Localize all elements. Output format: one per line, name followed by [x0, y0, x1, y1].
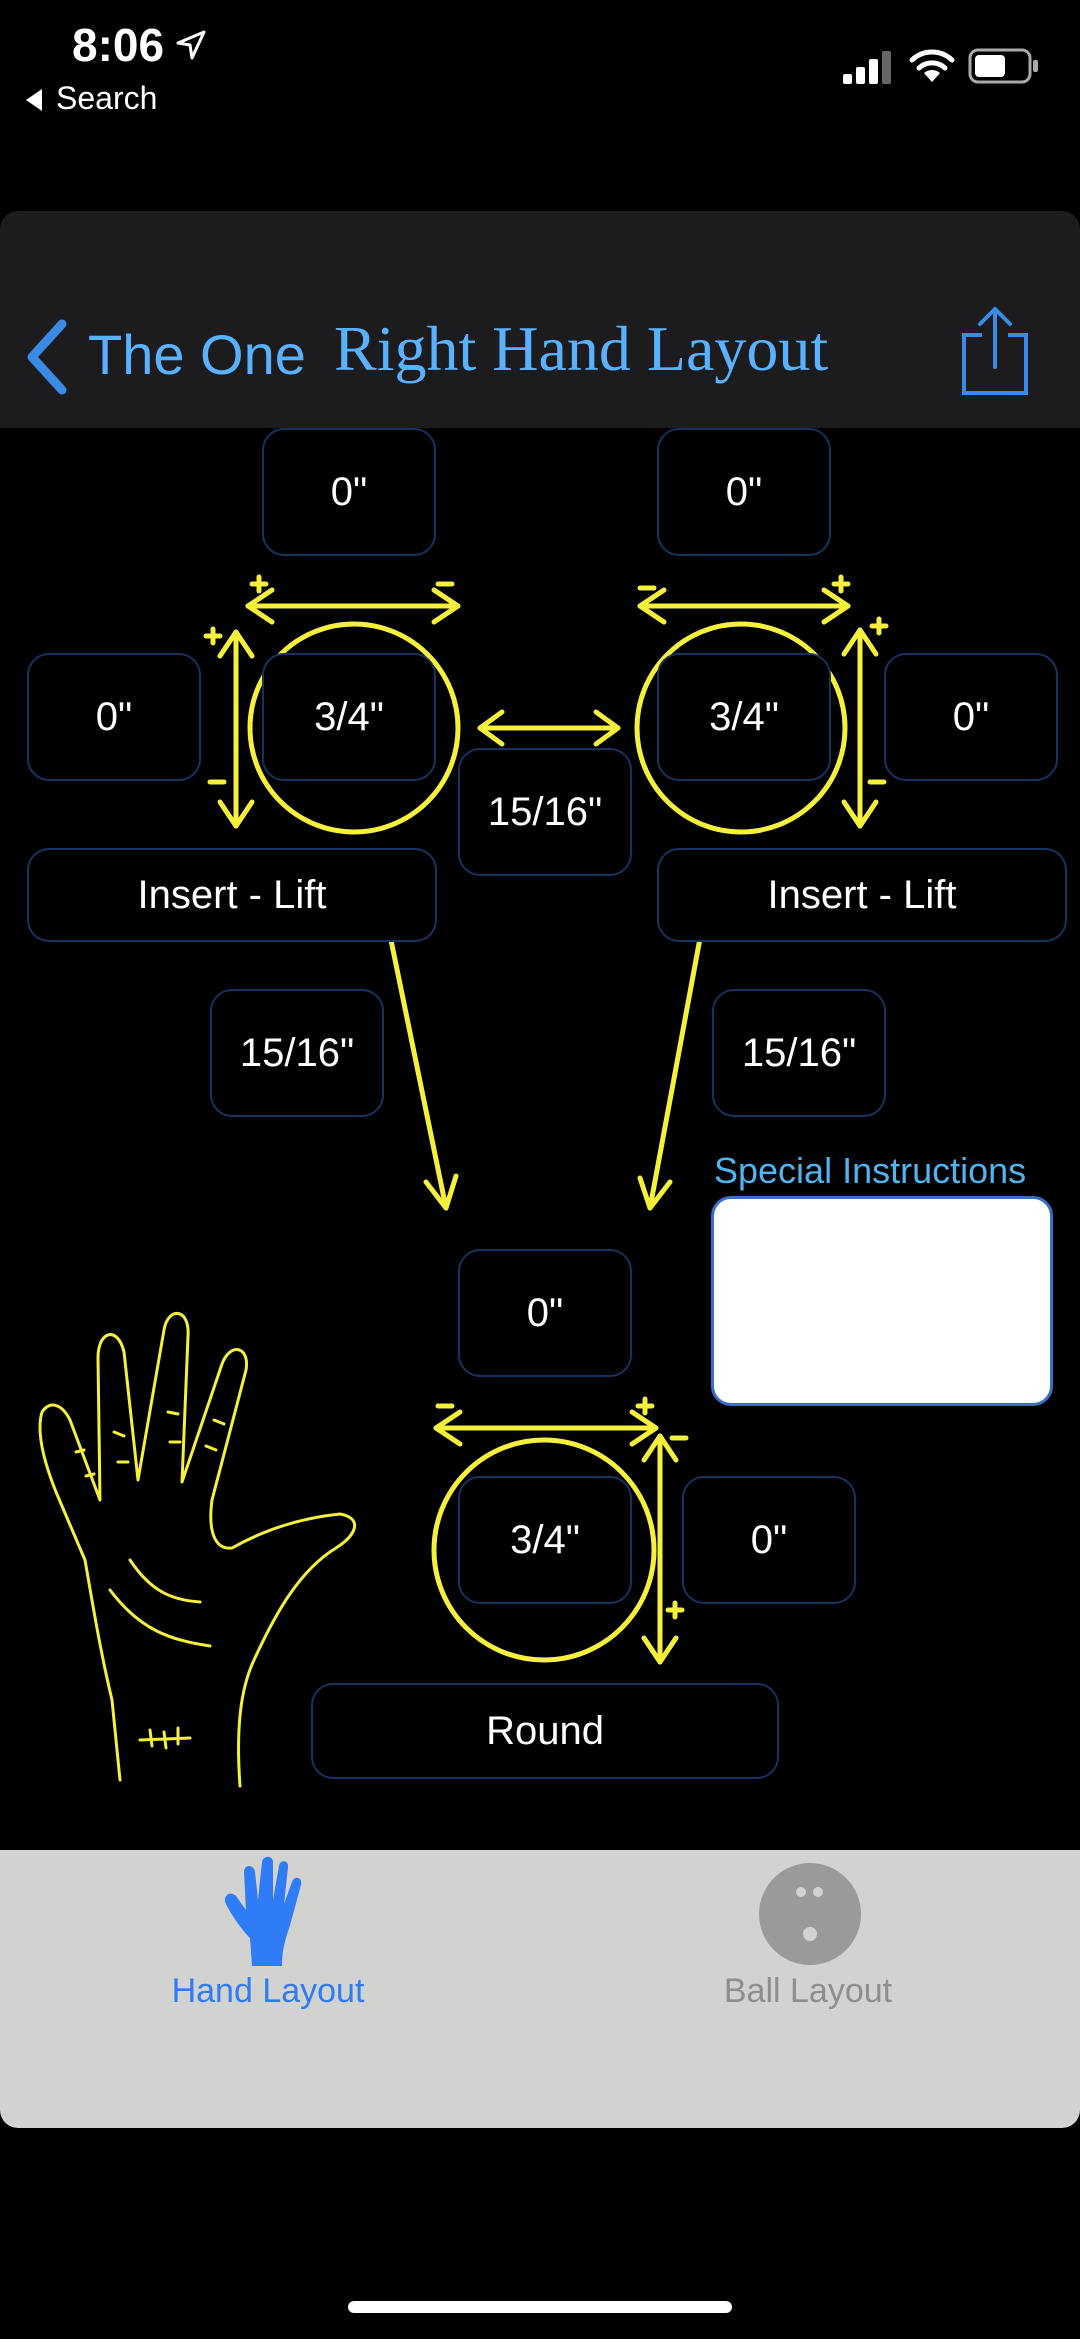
right-finger-horizontal-arrow	[637, 574, 851, 625]
home-indicator[interactable]	[348, 2301, 732, 2313]
thumb-lateral-pitch[interactable]: 0"	[682, 1476, 856, 1604]
tab-ball-layout[interactable]: Ball Layout	[660, 1852, 956, 2022]
right-finger-lateral-pitch[interactable]: 0"	[884, 653, 1058, 781]
left-finger-forward-pitch[interactable]: 0"	[262, 428, 436, 556]
right-finger-size[interactable]: 3/4"	[657, 653, 831, 781]
left-finger-horizontal-arrow	[245, 574, 461, 625]
left-span-field[interactable]: 15/16"	[210, 989, 384, 1117]
right-span-arrow	[637, 903, 723, 1211]
right-finger-vertical-arrow	[841, 616, 889, 829]
tab-hand-layout[interactable]: Hand Layout	[120, 1852, 416, 2022]
thumb-size[interactable]: 3/4"	[458, 1476, 632, 1604]
special-instructions-input[interactable]	[711, 1196, 1053, 1406]
right-finger-insert[interactable]: Insert - Lift	[657, 848, 1067, 942]
special-instructions-label: Special Instructions	[714, 1150, 1027, 1191]
left-finger-size[interactable]: 3/4"	[262, 653, 436, 781]
thumb-forward-pitch[interactable]: 0"	[458, 1249, 632, 1377]
right-span-field[interactable]: 15/16"	[712, 989, 886, 1117]
hand-icon	[224, 1856, 302, 1966]
thumb-vertical-arrow	[641, 1433, 689, 1665]
hand-outline-icon	[38, 1311, 357, 1788]
thumb-horizontal-arrow	[433, 1396, 659, 1447]
tab-ball-layout-label: Ball Layout	[723, 1972, 893, 2010]
left-finger-vertical-arrow	[203, 626, 255, 829]
right-finger-forward-pitch[interactable]: 0"	[657, 428, 831, 556]
bridge-arrow	[477, 709, 621, 747]
bowling-ball-icon	[759, 1863, 861, 1965]
thumb-shape[interactable]: Round	[311, 1683, 779, 1779]
tab-hand-layout-label: Hand Layout	[171, 1972, 365, 2010]
bridge-field[interactable]: 15/16"	[458, 748, 632, 876]
left-finger-insert[interactable]: Insert - Lift	[27, 848, 437, 942]
left-finger-lateral-pitch[interactable]: 0"	[27, 653, 201, 781]
